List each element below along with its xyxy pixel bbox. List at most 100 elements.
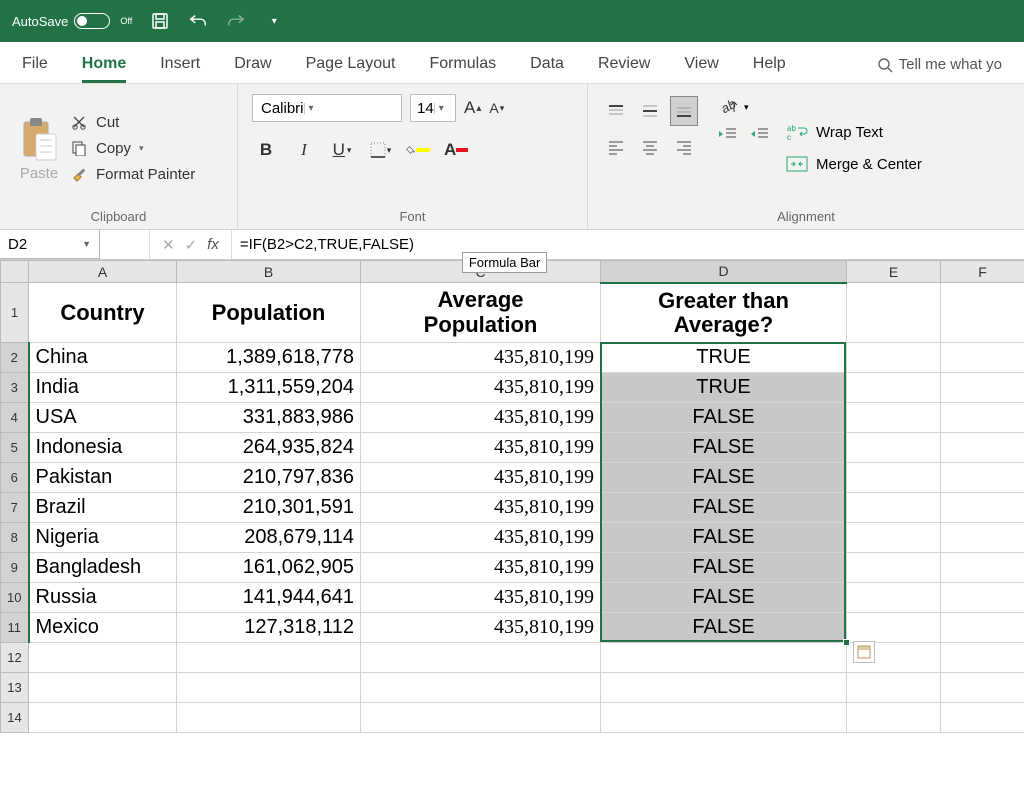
cell[interactable]: 161,062,905 xyxy=(177,553,361,583)
cell[interactable] xyxy=(177,673,361,703)
cell[interactable]: Country xyxy=(29,283,177,343)
cell[interactable] xyxy=(361,703,601,733)
cell[interactable]: FALSE xyxy=(601,403,847,433)
increase-font-icon[interactable]: A▴ xyxy=(464,98,481,118)
increase-indent-icon[interactable] xyxy=(750,126,770,142)
redo-icon[interactable] xyxy=(226,11,246,31)
row-header[interactable]: 3 xyxy=(1,373,29,403)
cell[interactable]: USA xyxy=(29,403,177,433)
fill-handle[interactable] xyxy=(843,639,850,646)
worksheet[interactable]: A B C D E F 1 Country Population Average… xyxy=(0,260,1024,733)
row-header[interactable]: 7 xyxy=(1,493,29,523)
cell[interactable]: Population xyxy=(177,283,361,343)
cell[interactable]: 264,935,824 xyxy=(177,433,361,463)
cell[interactable]: 435,810,199 xyxy=(361,523,601,553)
cell[interactable]: 331,883,986 xyxy=(177,403,361,433)
tab-draw[interactable]: Draw xyxy=(234,47,271,83)
wrap-text-button[interactable]: abc Wrap Text xyxy=(786,123,922,141)
cell[interactable]: 435,810,199 xyxy=(361,343,601,373)
cell[interactable] xyxy=(847,553,941,583)
cell[interactable]: FALSE xyxy=(601,583,847,613)
cell[interactable]: 127,318,112 xyxy=(177,613,361,643)
tab-page-layout[interactable]: Page Layout xyxy=(306,47,396,83)
bold-button[interactable]: B xyxy=(254,138,278,162)
cell[interactable] xyxy=(29,643,177,673)
row-header[interactable]: 10 xyxy=(1,583,29,613)
cell[interactable] xyxy=(941,493,1024,523)
cancel-icon[interactable]: ✕ xyxy=(162,236,175,254)
cell[interactable] xyxy=(941,703,1024,733)
cell[interactable]: FALSE xyxy=(601,433,847,463)
cell[interactable]: 435,810,199 xyxy=(361,553,601,583)
cell[interactable]: Mexico xyxy=(29,613,177,643)
cell[interactable] xyxy=(177,643,361,673)
row-header[interactable]: 11 xyxy=(1,613,29,643)
cell[interactable] xyxy=(847,463,941,493)
name-box[interactable]: D2 ▼ xyxy=(0,230,100,259)
enter-icon[interactable]: ✓ xyxy=(185,236,198,254)
font-name-select[interactable]: Calibri ▾ xyxy=(252,94,402,122)
row-header[interactable]: 13 xyxy=(1,673,29,703)
cell[interactable]: 435,810,199 xyxy=(361,493,601,523)
autofill-options-icon[interactable] xyxy=(853,641,875,663)
cell[interactable] xyxy=(361,673,601,703)
undo-icon[interactable] xyxy=(188,11,208,31)
cell[interactable]: India xyxy=(29,373,177,403)
cell[interactable]: Pakistan xyxy=(29,463,177,493)
save-icon[interactable] xyxy=(150,11,170,31)
cell[interactable]: Bangladesh xyxy=(29,553,177,583)
orientation-button[interactable]: ab ▾ xyxy=(718,96,770,118)
cell[interactable] xyxy=(941,643,1024,673)
underline-button[interactable]: U▾ xyxy=(330,138,354,162)
cell[interactable]: 435,810,199 xyxy=(361,613,601,643)
merge-center-button[interactable]: Merge & Center xyxy=(786,155,922,173)
cell[interactable] xyxy=(941,553,1024,583)
tellme-search[interactable]: Tell me what yo xyxy=(877,56,1002,83)
cell[interactable]: TRUE xyxy=(601,343,847,373)
qat-customize-icon[interactable]: ▾ xyxy=(264,11,284,31)
cell[interactable] xyxy=(847,493,941,523)
cell[interactable]: 435,810,199 xyxy=(361,403,601,433)
cell[interactable] xyxy=(847,613,941,643)
cell[interactable] xyxy=(847,433,941,463)
cell[interactable] xyxy=(847,703,941,733)
row-header[interactable]: 5 xyxy=(1,433,29,463)
cell[interactable] xyxy=(941,463,1024,493)
row-header[interactable]: 2 xyxy=(1,343,29,373)
cell[interactable]: FALSE xyxy=(601,553,847,583)
cell[interactable] xyxy=(847,343,941,373)
col-header-D[interactable]: D xyxy=(601,261,847,283)
formula-bar[interactable]: =IF(B2>C2,TRUE,FALSE) Formula Bar xyxy=(232,230,1024,259)
copy-button[interactable]: Copy ▾ xyxy=(70,139,195,157)
cell[interactable]: 210,797,836 xyxy=(177,463,361,493)
cell[interactable] xyxy=(941,373,1024,403)
cell[interactable]: Brazil xyxy=(29,493,177,523)
col-header-E[interactable]: E xyxy=(847,261,941,283)
autosave-toggle[interactable]: AutoSave Off xyxy=(12,13,132,29)
font-color-button[interactable]: A xyxy=(444,138,468,162)
italic-button[interactable]: I xyxy=(292,138,316,162)
row-header[interactable]: 14 xyxy=(1,703,29,733)
paste-icon[interactable] xyxy=(18,115,60,163)
align-right-icon[interactable] xyxy=(670,132,698,162)
decrease-indent-icon[interactable] xyxy=(718,126,738,142)
tab-review[interactable]: Review xyxy=(598,47,650,83)
tab-view[interactable]: View xyxy=(684,47,718,83)
cell[interactable]: 435,810,199 xyxy=(361,433,601,463)
row-header[interactable]: 4 xyxy=(1,403,29,433)
border-button[interactable]: ▾ xyxy=(368,138,392,162)
cell[interactable]: 141,944,641 xyxy=(177,583,361,613)
row-header[interactable]: 1 xyxy=(1,283,29,343)
cell[interactable] xyxy=(847,673,941,703)
cell[interactable]: 1,389,618,778 xyxy=(177,343,361,373)
row-header[interactable]: 8 xyxy=(1,523,29,553)
col-header-A[interactable]: A xyxy=(29,261,177,283)
cell[interactable] xyxy=(29,703,177,733)
cell[interactable]: Nigeria xyxy=(29,523,177,553)
tab-help[interactable]: Help xyxy=(753,47,786,83)
cell[interactable]: 435,810,199 xyxy=(361,373,601,403)
cell[interactable] xyxy=(941,403,1024,433)
cell[interactable] xyxy=(941,343,1024,373)
cut-button[interactable]: Cut xyxy=(70,113,195,131)
cell[interactable]: FALSE xyxy=(601,523,847,553)
